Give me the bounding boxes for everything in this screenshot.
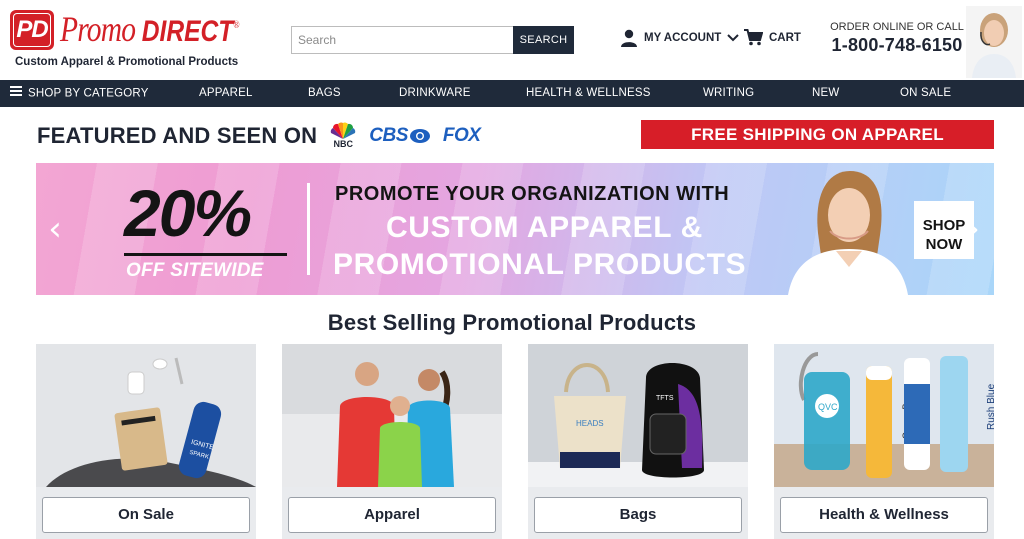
logo-tagline: Custom Apparel & Promotional Products bbox=[15, 56, 239, 68]
search-button[interactable]: SEARCH bbox=[513, 26, 574, 54]
nav-label: SHOP BY CATEGORY bbox=[28, 87, 149, 100]
tote-imprint: HEADS bbox=[576, 419, 604, 428]
contact-label: ORDER ONLINE OR CALL bbox=[830, 21, 964, 33]
logo-badge: PD bbox=[10, 10, 54, 50]
lipbalm-imprint-2: Rush Blue bbox=[986, 383, 994, 430]
carousel-prev-arrow[interactable]: ‹ bbox=[44, 211, 66, 247]
cbs-logo: CBS bbox=[369, 125, 431, 147]
nbc-label: NBC bbox=[333, 139, 354, 149]
site-header: PD Promo DIRECT® Custom Apparel & Promot… bbox=[0, 0, 1024, 80]
category-card-health-wellness[interactable]: QVC Queen Bee Rush Blue Health & Wellnes… bbox=[774, 344, 994, 539]
menu-icon bbox=[10, 80, 22, 107]
cbs-eye-icon bbox=[409, 128, 430, 143]
carousel-next-arrow[interactable]: › bbox=[962, 211, 984, 247]
main-nav: SHOP BY CATEGORY APPAREL BAGS DRINKWARE … bbox=[0, 80, 1024, 107]
sanitizer-imprint: QVC bbox=[818, 402, 838, 412]
registered-mark: ® bbox=[233, 20, 239, 31]
promo-direct-logo[interactable]: PD Promo DIRECT® Custom Apparel & Promot… bbox=[10, 8, 250, 72]
phone-number[interactable]: 1-800-748-6150 bbox=[828, 35, 966, 56]
featured-title: FEATURED AND SEEN ON bbox=[37, 122, 318, 148]
nav-health-wellness[interactable]: HEALTH & WELLNESS bbox=[526, 80, 651, 107]
shop-now-line2: NOW bbox=[925, 236, 963, 253]
apparel-product-image bbox=[282, 344, 502, 487]
featured-row: FEATURED AND SEEN ON NBC CBS FOX bbox=[37, 122, 481, 149]
bags-product-image: HEADS TFTS bbox=[528, 344, 748, 487]
hero-model-photo bbox=[788, 163, 908, 295]
chevron-down-icon bbox=[727, 34, 740, 42]
best-selling-title: Best Selling Promotional Products bbox=[327, 310, 697, 335]
nav-new[interactable]: NEW bbox=[812, 80, 839, 107]
my-account-menu[interactable]: MY ACCOUNT bbox=[620, 29, 740, 47]
logo-wordmark: Promo DIRECT® bbox=[60, 8, 239, 50]
support-agent-photo bbox=[966, 6, 1022, 78]
nav-drinkware[interactable]: DRINKWARE bbox=[399, 80, 471, 107]
cart-label: CART bbox=[769, 31, 801, 44]
apparel-button[interactable]: Apparel bbox=[288, 497, 496, 533]
hero-banner[interactable]: 20% OFF SITEWIDE PROMOTE YOUR ORGANIZATI… bbox=[36, 163, 994, 295]
hero-subheadline-1: CUSTOM APPAREL & bbox=[386, 211, 703, 244]
category-card-bags[interactable]: HEADS TFTS Bags bbox=[528, 344, 748, 539]
nav-writing[interactable]: WRITING bbox=[703, 80, 754, 107]
nav-bags[interactable]: BAGS bbox=[308, 80, 341, 107]
shop-now-line1: SHOP bbox=[922, 217, 966, 234]
cbs-label: CBS bbox=[369, 124, 408, 146]
nbc-logo: NBC bbox=[329, 122, 357, 149]
on-sale-button[interactable]: On Sale bbox=[42, 497, 250, 533]
nav-apparel[interactable]: APPAREL bbox=[199, 80, 253, 107]
hero-underline bbox=[124, 253, 287, 256]
nav-shop-by-category[interactable]: SHOP BY CATEGORY bbox=[10, 80, 149, 107]
user-icon bbox=[621, 29, 637, 47]
logo-word-direct: DIRECT bbox=[141, 15, 234, 48]
hero-divider bbox=[307, 183, 310, 275]
category-card-apparel[interactable]: Apparel bbox=[282, 344, 502, 539]
backpack-imprint: TFTS bbox=[656, 395, 674, 402]
hero-headline: PROMOTE YOUR ORGANIZATION WITH bbox=[335, 183, 730, 205]
cart-icon bbox=[744, 29, 763, 46]
cart-link[interactable]: CART bbox=[744, 29, 801, 46]
logo-word-promo: Promo bbox=[60, 9, 136, 49]
hero-discount-percent: 20% bbox=[124, 176, 252, 250]
free-shipping-banner[interactable]: FREE SHIPPING ON APPAREL bbox=[641, 120, 994, 149]
category-card-on-sale[interactable]: IGNITE SPARK On Sale bbox=[36, 344, 256, 539]
on-sale-product-image: IGNITE SPARK bbox=[36, 344, 256, 487]
health-wellness-button[interactable]: Health & Wellness bbox=[780, 497, 988, 533]
nav-on-sale[interactable]: ON SALE bbox=[900, 80, 951, 107]
fox-logo: FOX bbox=[442, 124, 481, 146]
hero-subheadline-2: PROMOTIONAL PRODUCTS bbox=[333, 248, 747, 281]
search-input[interactable] bbox=[291, 26, 513, 54]
bags-button[interactable]: Bags bbox=[534, 497, 742, 533]
my-account-label: MY ACCOUNT bbox=[644, 32, 722, 44]
health-wellness-product-image: QVC Queen Bee Rush Blue bbox=[774, 344, 994, 487]
hero-off-sitewide: OFF SITEWIDE bbox=[126, 260, 264, 281]
contact-block: ORDER ONLINE OR CALL 1-800-748-6150 bbox=[828, 21, 966, 56]
search-bar: SEARCH bbox=[291, 26, 574, 54]
